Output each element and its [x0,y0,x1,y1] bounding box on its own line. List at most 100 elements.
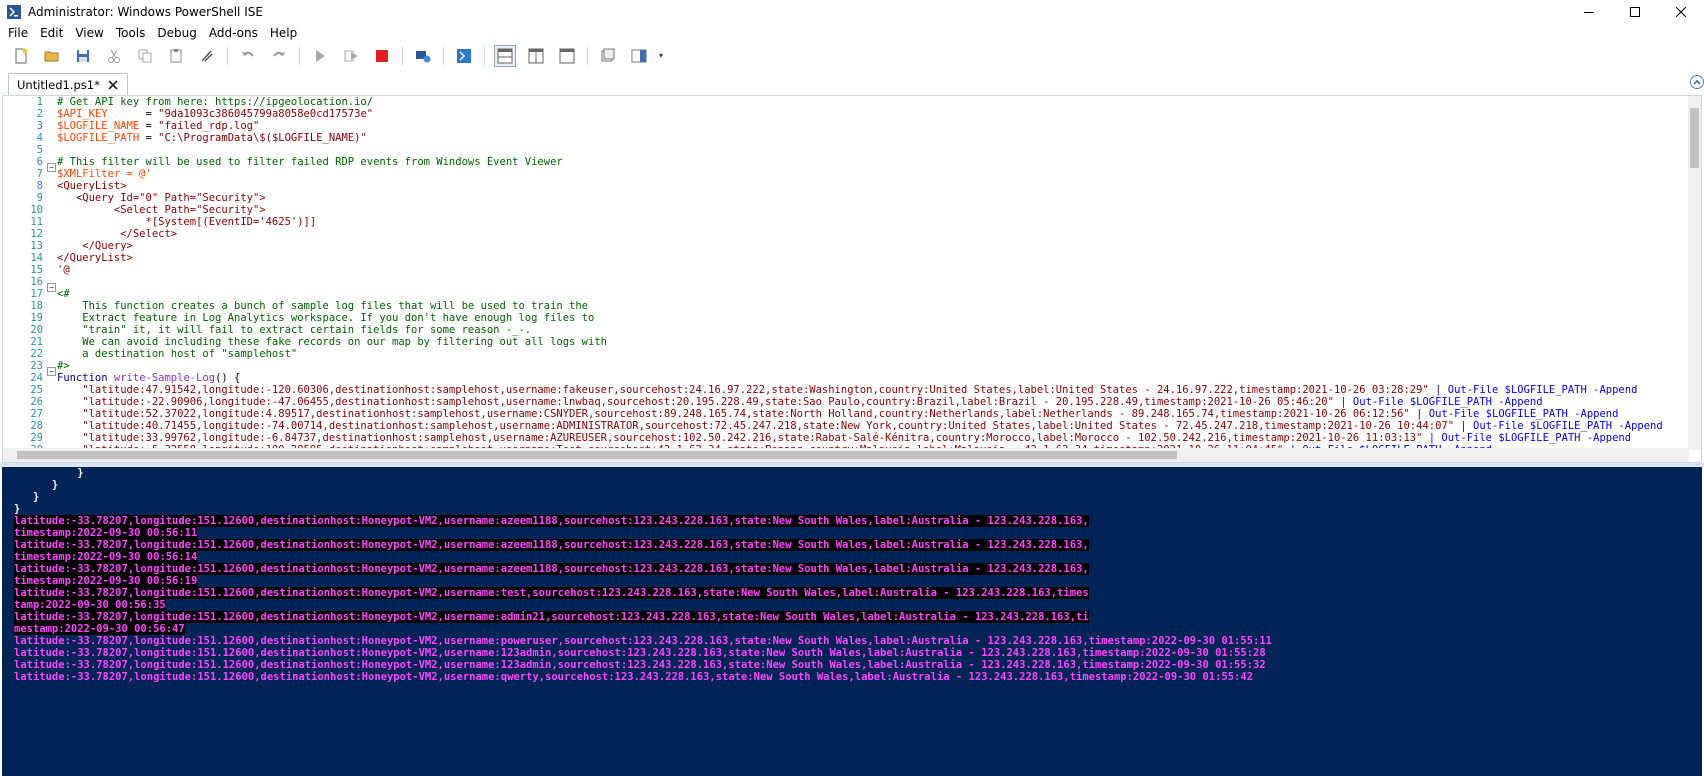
line-number: 25 [30,384,43,396]
maximize-button[interactable] [1612,0,1658,24]
code-line: '@ [57,264,70,276]
code-line: <Query Id="0" Path="Security"> [57,192,266,204]
powershell-console-button[interactable] [453,45,475,67]
toolbar-separator [587,47,588,65]
line-number: 6 [36,156,43,168]
undo-button[interactable] [237,45,259,67]
horizontal-scroll-thumb[interactable] [17,451,1177,459]
menu-help[interactable]: Help [264,24,303,43]
menu-bar: File Edit View Tools Debug Add-ons Help [0,24,1704,43]
code-line: Extract feature in Log Analytics workspa… [57,312,595,324]
console-line-text: } [14,467,84,479]
fold-toggle-icon[interactable]: − [47,367,56,376]
paste-icon [170,49,182,63]
minimize-button[interactable] [1566,0,1612,24]
console-line-text: latitude:-33.78207,longitude:151.12600,d… [14,647,1266,659]
console-line: mestamp:2022-09-30 00:56:47 [14,623,1272,635]
editor-vertical-scrollbar[interactable] [1688,96,1701,450]
stop-icon [376,50,388,62]
code-line: <# [57,288,70,300]
code-line: # Get API key from here: https://ipgeolo… [57,96,374,108]
run-script-icon [316,50,325,62]
undo-icon [242,51,254,57]
script-editor[interactable]: 1 2 3 4 5 6 7 8 9 10 11 12 13 14 15 16 17 18 19 20 21 22 23 24 2… [2,95,1702,463]
line-number: 27 [30,408,43,420]
run-script-button[interactable] [309,45,331,67]
new-file-button[interactable] [10,45,32,67]
console-line: timestamp:2022-09-30 00:56:11 [14,527,1272,539]
maximize-icon [1630,7,1640,17]
fold-toggle-icon[interactable]: − [47,163,56,172]
line-number: 18 [30,300,43,312]
close-button[interactable] [1658,0,1704,24]
toolbar-overflow-icon[interactable]: ▾ [659,49,667,63]
chevron-up-icon [1693,80,1701,85]
stop-button[interactable] [371,45,393,67]
tab-close-icon[interactable] [107,79,119,91]
console-line: latitude:-33.78207,longitude:151.12600,d… [14,563,1272,575]
console-pane[interactable]: } } }} latitude:-33.78207,longitude:151.1… [2,467,1702,776]
code-line: #> [57,360,70,372]
fold-toggle-icon[interactable]: − [47,283,56,292]
console-line-text: latitude:-33.78207,longitude:151.12600,d… [14,671,1254,683]
line-number: 4 [36,132,43,144]
console-line-text: timestamp:2022-09-30 00:56:14 [14,551,198,563]
run-selection-button[interactable] [340,45,362,67]
console-line-text: latitude:-33.78207,longitude:151.12600,d… [14,563,1089,575]
code-line: "train" it, it will fail to extract cert… [57,324,532,336]
toolbar-separator [402,47,403,65]
menu-tools[interactable]: Tools [110,24,152,43]
remote-powershell-button[interactable] [412,45,434,67]
window-title: Administrator: Windows PowerShell ISE [28,5,263,19]
code-line: "latitude:33.99762,longitude:-6.84737,de… [57,432,1632,444]
tab-untitled1[interactable]: Untitled1.ps1* [8,73,128,95]
save-button[interactable] [72,45,94,67]
menu-edit[interactable]: Edit [34,24,69,43]
editor-horizontal-scrollbar[interactable] [3,448,1689,462]
line-number: 28 [30,420,43,432]
line-number: 13 [30,240,43,252]
clear-console-button[interactable] [196,45,218,67]
line-number: 24 [30,372,43,384]
remote-powershell-icon [416,51,431,63]
copy-button[interactable] [134,45,156,67]
redo-icon [273,51,285,57]
line-number: 5 [36,144,43,156]
line-number: 16 [30,276,43,288]
commands-addon-button[interactable] [597,45,619,67]
title-bar: Administrator: Windows PowerShell ISE [0,0,1704,24]
paste-button[interactable] [165,45,187,67]
open-button[interactable] [41,45,63,67]
code-line: $API_KEY = "9da1093c386045799a8058e0cd17… [57,108,374,120]
code-line: "latitude:47.91542,longitude:-120.60306,… [57,384,1638,396]
redo-button[interactable] [268,45,290,67]
console-line-text: } [14,503,21,515]
save-icon [77,50,89,62]
menu-addons[interactable]: Add-ons [203,24,264,43]
collapse-script-pane-button[interactable] [1690,75,1704,89]
cut-button[interactable] [103,45,125,67]
show-addons-button[interactable] [628,45,650,67]
menu-file[interactable]: File [2,24,34,43]
menu-view[interactable]: View [69,24,109,43]
layout-top-button[interactable] [494,45,516,67]
code-area[interactable]: # Get API key from here: https://ipgeolo… [57,96,1687,462]
console-line-text: latitude:-33.78207,longitude:151.12600,d… [14,659,1266,671]
console-line: latitude:-33.78207,longitude:151.12600,d… [14,587,1272,599]
layout-right-button[interactable] [525,45,547,67]
console-line-text: } [14,479,59,491]
toolbar: ▾ [0,43,1704,69]
line-number: 7 [36,168,43,180]
vertical-scroll-thumb[interactable] [1690,108,1699,168]
menu-debug[interactable]: Debug [151,24,202,43]
layout-max-button[interactable] [556,45,578,67]
console-line-text: timestamp:2022-09-30 00:56:11 [14,527,198,539]
line-number: 23 [30,360,43,372]
line-number: 11 [30,216,43,228]
console-line-text: latitude:-33.78207,longitude:151.12600,d… [14,635,1272,647]
console-line: } [14,491,1272,503]
show-addons-icon [631,49,647,63]
line-number: 14 [30,252,43,264]
line-number: 10 [30,204,43,216]
